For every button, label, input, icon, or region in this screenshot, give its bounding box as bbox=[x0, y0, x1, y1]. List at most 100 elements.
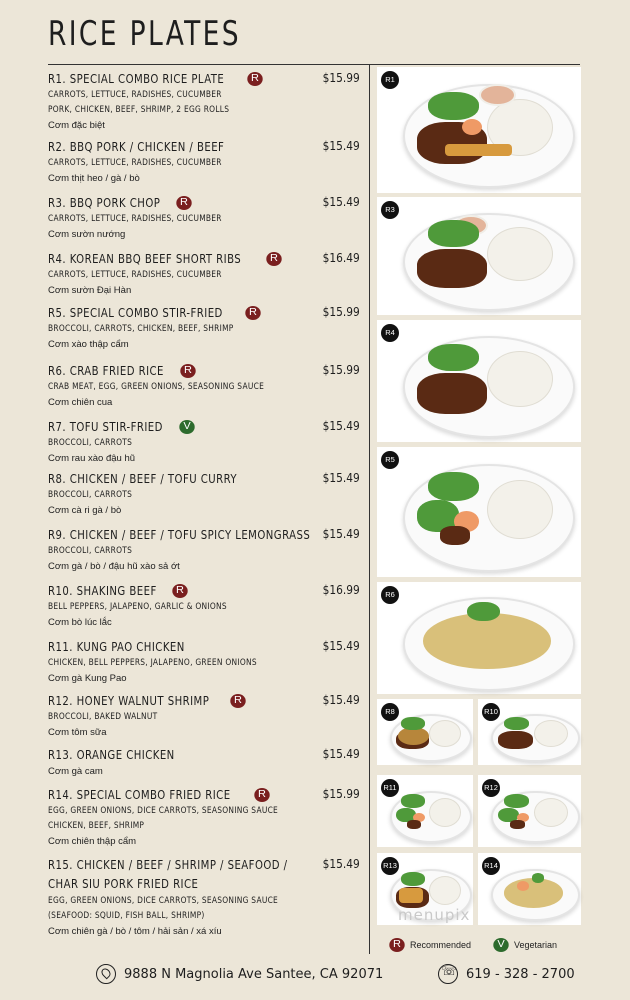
menu-item: R4. KOREAN BBQ BEEF SHORT RIBS R $16.49 CAR… bbox=[48, 250, 360, 298]
menu-item: R11. KUNG PAO CHICKEN $15.49 CHICKEN, BELL… bbox=[48, 638, 360, 686]
menu-item-vietnamese-name: Cơm bò lúc lắc bbox=[48, 617, 112, 628]
menu-item-name: R15. CHICKEN / BEEF / SHRIMP / SEAFOOD / bbox=[48, 857, 288, 872]
recommended-badge-icon: R bbox=[389, 938, 405, 952]
recommended-badge-icon: R bbox=[247, 71, 263, 86]
menu-item-name: R2. BBQ PORK / CHICKEN / BEEF bbox=[48, 139, 225, 154]
dish-photo-label: R6 bbox=[381, 586, 399, 604]
location-pin-icon bbox=[96, 964, 116, 984]
rice-mound bbox=[487, 350, 553, 407]
dish-photo-label: R5 bbox=[381, 451, 399, 469]
legend-recommended-label: Recommended bbox=[410, 940, 472, 950]
rice-mound bbox=[429, 720, 461, 747]
recommended-badge-icon: R bbox=[230, 693, 246, 708]
menu-item-header: R9. CHICKEN / BEEF / TOFU SPICY LEMONGRA… bbox=[48, 526, 360, 544]
menu-item-description: (SEAFOOD: SQUID, FISH BALL, SHRIMP) bbox=[48, 911, 205, 921]
salad bbox=[503, 794, 530, 809]
menu-item: R1. SPECIAL COMBO RICE PLATE R $15.99 CARRO… bbox=[48, 70, 360, 133]
menu-item-price: $15.49 bbox=[322, 418, 360, 433]
salad bbox=[503, 717, 530, 730]
salad bbox=[401, 794, 426, 809]
salad bbox=[428, 344, 479, 372]
menu-item-price: $15.99 bbox=[322, 304, 360, 319]
dish-photo: R1 bbox=[377, 67, 581, 193]
menu-item: R13. ORANGE CHICKEN $15.49 Cơm gà cam bbox=[48, 746, 360, 779]
dipping-sauce bbox=[478, 83, 517, 106]
dish-photo-label: R12 bbox=[482, 779, 500, 797]
dish-photo: R11 bbox=[377, 775, 473, 847]
menu-item: R2. BBQ PORK / CHICKEN / BEEF $15.49 CARRO… bbox=[48, 138, 360, 186]
menu-item-name: R3. BBQ PORK CHOP bbox=[48, 195, 161, 210]
menu-item: R9. CHICKEN / BEEF / TOFU SPICY LEMONGRA… bbox=[48, 526, 360, 574]
menu-item-name: R10. SHAKING BEEF bbox=[48, 583, 157, 598]
recommended-badge-icon: R bbox=[254, 787, 270, 802]
menu-item-name-continued: CHAR SIU PORK FRIED RICE bbox=[48, 876, 199, 891]
vegetarian-badge-icon: V bbox=[178, 419, 195, 434]
shrimp bbox=[516, 880, 530, 891]
menu-item-vietnamese-name: Cơm gà / bò / đậu hũ xào sả ớt bbox=[48, 561, 180, 572]
orange-chicken bbox=[399, 888, 423, 903]
menu-item-description: BELL PEPPERS, JALAPENO, GARLIC & ONIONS bbox=[48, 602, 227, 612]
curry-sauce bbox=[397, 727, 429, 745]
menu-item-header: R3. BBQ PORK CHOP R $15.49 bbox=[48, 194, 360, 212]
dish-photo-label: R1 bbox=[381, 71, 399, 89]
dish-photo: R3 bbox=[377, 197, 581, 315]
menu-item-description: EGG, GREEN ONIONS, DICE CARROTS, SEASONI… bbox=[48, 806, 279, 816]
menu-item-price: $15.99 bbox=[322, 786, 360, 801]
menu-item-price: $16.99 bbox=[322, 582, 360, 597]
menu-item-header: R6. CRAB FRIED RICE R $15.99 bbox=[48, 362, 360, 380]
menu-item-header: R11. KUNG PAO CHICKEN $15.49 bbox=[48, 638, 360, 656]
menu-item-description: CHICKEN, BELL PEPPERS, JALAPENO, GREEN O… bbox=[48, 658, 257, 668]
menu-item-name: R8. CHICKEN / BEEF / TOFU CURRY bbox=[48, 471, 238, 486]
column-divider bbox=[369, 64, 370, 954]
dish-photo: R8 bbox=[377, 699, 473, 765]
meat bbox=[416, 373, 487, 415]
menu-item: R7. TOFU STIR-FRIED V $15.49 BROCCOLI, CARR… bbox=[48, 418, 360, 466]
menu-item: R6. CRAB FRIED RICE R $15.99 CRAB MEAT, EGG… bbox=[48, 362, 360, 410]
menu-item-header: R1. SPECIAL COMBO RICE PLATE R $15.99 bbox=[48, 70, 360, 88]
menu-item-header: R14. SPECIAL COMBO FRIED RICE R $15.99 bbox=[48, 786, 360, 804]
garnish bbox=[466, 601, 501, 622]
dish-photo-label: R10 bbox=[482, 703, 500, 721]
menu-item: R5. SPECIAL COMBO STIR-FRIED R $15.99 BROCC… bbox=[48, 304, 360, 352]
menu-item-name: R13. ORANGE CHICKEN bbox=[48, 747, 175, 762]
menu-item-vietnamese-name: Cơm rau xào đậu hũ bbox=[48, 453, 136, 464]
watermark: menupix bbox=[398, 906, 471, 924]
legend-recommended: R Recommended bbox=[389, 938, 472, 952]
menu-item-description: BROCCOLI, CARROTS bbox=[48, 546, 133, 556]
fried-rice bbox=[503, 878, 564, 908]
menu-item-vietnamese-name: Cơm xào thập cẩm bbox=[48, 339, 129, 350]
menu-item-name: R14. SPECIAL COMBO FRIED RICE bbox=[48, 787, 231, 802]
menu-item-price: $15.99 bbox=[322, 70, 360, 85]
vegetarian-badge-icon: V bbox=[493, 938, 509, 952]
meat bbox=[509, 819, 526, 829]
menu-item-name: R9. CHICKEN / BEEF / TOFU SPICY LEMONGRA… bbox=[48, 527, 311, 542]
menu-item-vietnamese-name: Cơm đặc biệt bbox=[48, 120, 105, 131]
phone-text[interactable]: 619 - 328 - 2700 bbox=[466, 967, 575, 982]
menu-item-price: $15.49 bbox=[322, 746, 360, 761]
salad bbox=[401, 717, 426, 730]
dish-photo-label: R11 bbox=[381, 779, 399, 797]
phone-icon bbox=[438, 964, 458, 984]
footer-phone[interactable]: 619 - 328 - 2700 bbox=[438, 964, 575, 984]
meat bbox=[406, 819, 422, 829]
meat bbox=[440, 526, 471, 546]
dish-photo-label: R8 bbox=[381, 703, 399, 721]
title-divider bbox=[48, 64, 580, 65]
menu-item: R8. CHICKEN / BEEF / TOFU CURRY $15.49 BRO… bbox=[48, 470, 360, 518]
dish-photo: R12 bbox=[478, 775, 581, 847]
menu-item-vietnamese-name: Cơm sườn nướng bbox=[48, 229, 126, 240]
menu-item-header: R2. BBQ PORK / CHICKEN / BEEF $15.49 bbox=[48, 138, 360, 156]
menu-item: R15. CHICKEN / BEEF / SHRIMP / SEAFOOD /… bbox=[48, 856, 360, 939]
menu-item-vietnamese-name: Cơm sườn Đại Hàn bbox=[48, 285, 132, 296]
menu-item-vietnamese-name: Cơm chiên cua bbox=[48, 397, 113, 408]
rice-mound bbox=[429, 797, 461, 827]
meat bbox=[416, 248, 487, 289]
menu-item-vietnamese-name: Cơm gà Kung Pao bbox=[48, 673, 127, 684]
dish-photo: R6 bbox=[377, 582, 581, 694]
menu-item-vietnamese-name: Cơm chiên thập cẩm bbox=[48, 836, 137, 847]
menu-item-name: R12. HONEY WALNUT SHRIMP bbox=[48, 693, 210, 708]
menu-item-price: $15.49 bbox=[322, 638, 360, 653]
menu-item-header: R7. TOFU STIR-FRIED V $15.49 bbox=[48, 418, 360, 436]
menu-item-vietnamese-name: Cơm chiên gà / bò / tôm / hải sản / xá x… bbox=[48, 926, 222, 937]
dish-photo-label: R3 bbox=[381, 201, 399, 219]
